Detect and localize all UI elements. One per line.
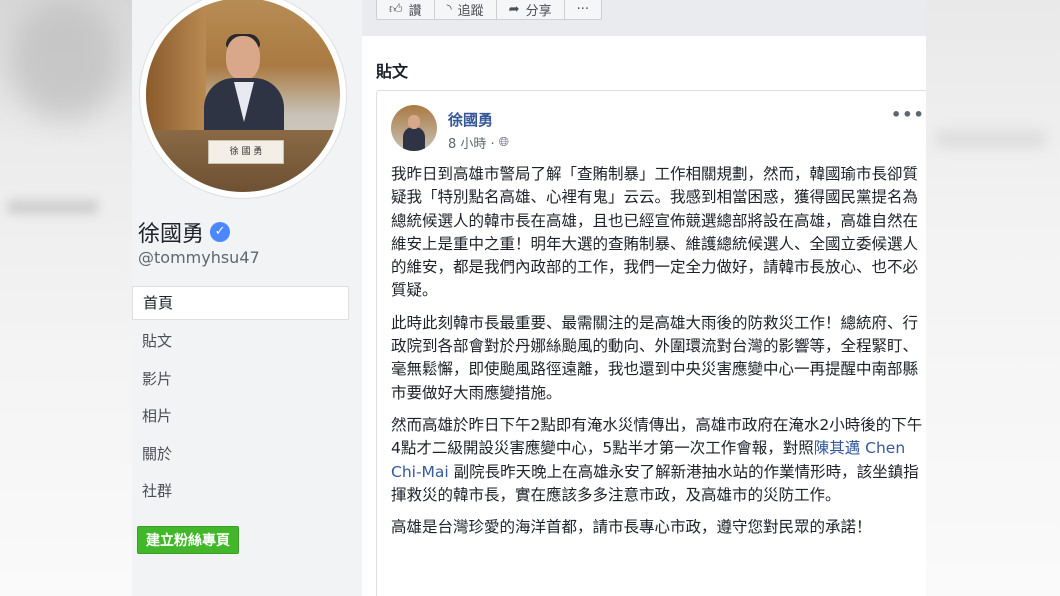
posts-section-header: 貼文 [376,46,926,90]
posts-heading-text: 貼文 [376,62,409,81]
post-author-avatar[interactable] [391,105,437,151]
nav-item-photos[interactable]: 相片 [132,398,349,436]
post-paragraph-4: 高雄是台灣珍愛的海洋首都，請市長專心市政，遵守您對民眾的承諾！ [391,518,872,537]
verified-badge-icon: ✓ [210,222,231,242]
post-paragraph-3: 然而高雄於昨日下午2點即有淹水災情傳出，高雄市政府在淹水2小時後的下午4點才二級… [391,414,923,507]
nav-item-about[interactable]: 關於 [132,436,349,474]
post-paragraph-1: 我昨日到高雄市警局了解「查賄制暴」工作相關規劃，然而，韓國瑜市長卻質疑我「特別點… [391,165,919,300]
nav-item-community[interactable]: 社群 [132,473,349,511]
like-icon: 👍︎ [389,1,403,17]
post-author-name[interactable]: 徐國勇 [448,109,493,130]
profile-photo: 徐 國 勇 [146,0,340,192]
page-name-text: 徐國勇 [138,222,205,247]
blurred-background-left [0,0,132,596]
nav-item-videos[interactable]: 影片 [132,361,349,399]
nav-item-posts[interactable]: 貼文 [132,323,349,361]
name-plate: 徐 國 勇 [208,140,284,164]
page-name[interactable]: 徐國勇 ✓ [138,216,231,248]
globe-icon: 🌐︎ [498,135,510,150]
post-timestamp[interactable]: 8 小時 · [448,133,495,152]
post-body: 我昨日到高雄市警局了解「查賄制暴」工作相關規劃，然而，韓國瑜市長卻質疑我「特別點… [391,163,923,548]
page-action-bar: 👍︎ 讚 ◝ 追蹤 ➦ 分享 ··· [376,0,602,20]
post-card: 徐國勇 8 小時 · 🌐︎ ••• 我昨日到高雄市警局了解「查賄制暴」工作相關規… [376,90,926,596]
share-label: 分享 [525,3,552,19]
follow-label: 追蹤 [457,3,484,19]
facebook-page: 徐 國 勇 徐國勇 ✓ @tommyhsu47 首頁 貼文 影片 相片 關於 社… [132,0,926,596]
page-nav: 首頁 貼文 影片 相片 關於 社群 [132,286,349,511]
create-page-button[interactable]: 建立粉絲專頁 [137,526,239,554]
post-meta: 8 小時 · 🌐︎ [448,133,509,152]
like-button[interactable]: 👍︎ 讚 [377,0,435,19]
post-paragraph-2: 此時此刻韓市長最重要、最需關注的是高雄大雨後的防救災工作！總統府、行政院到各部會… [391,313,919,402]
more-actions-button[interactable]: ··· [565,0,601,19]
like-label: 讚 [408,3,422,19]
share-button[interactable]: ➦ 分享 [497,0,565,19]
profile-avatar[interactable]: 徐 國 勇 [140,0,346,198]
nav-item-home[interactable]: 首頁 [132,286,349,320]
page-handle[interactable]: @tommyhsu47 [138,248,260,267]
post-options-icon[interactable]: ••• [891,105,925,124]
more-horizontal-icon: ··· [576,1,589,17]
rss-icon: ◝ [446,1,452,17]
follow-button[interactable]: ◝ 追蹤 [435,0,497,19]
blurred-background-right [926,0,1060,596]
post-paragraph-3-end: 副院長昨天晚上在高雄永安了解新港抽水站的作業情形時，該坐鎮指揮救災的韓市長，實在… [391,462,919,504]
share-icon: ➦ [508,1,520,17]
page-sidebar: 徐 國 勇 徐國勇 ✓ @tommyhsu47 首頁 貼文 影片 相片 關於 社… [132,0,362,596]
